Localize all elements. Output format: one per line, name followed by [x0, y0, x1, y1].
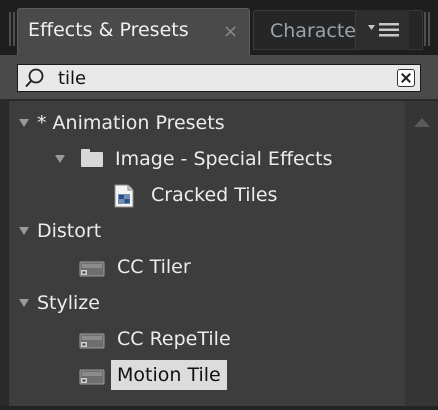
effects-presets-panel: Effects & Presets × Characte tile * Anim…: [0, 0, 438, 410]
category-label: Distort: [37, 220, 102, 242]
preset-label: Cracked Tiles: [151, 184, 278, 206]
tab-effects-presets[interactable]: Effects & Presets ×: [17, 8, 250, 55]
tree-row-motion-tile[interactable]: Motion Tile: [9, 357, 405, 393]
effect-label-selected: Motion Tile: [111, 360, 227, 390]
tree-scrollbar[interactable]: [405, 101, 438, 406]
search-box[interactable]: [17, 64, 421, 92]
magnifier-icon: [25, 68, 44, 88]
search-input[interactable]: [58, 65, 378, 91]
tree-row-image-special-effects[interactable]: Image - Special Effects: [9, 141, 405, 177]
effect-icon: [79, 369, 105, 385]
panel-grip-left[interactable]: [9, 12, 17, 46]
tree-row-cracked-tiles[interactable]: Cracked Tiles: [9, 177, 405, 213]
panel-tab-bar: Effects & Presets × Characte: [0, 0, 438, 55]
panel-menu-button[interactable]: [355, 10, 409, 50]
category-label: * Animation Presets: [37, 112, 225, 134]
effect-icon: [79, 261, 105, 277]
tab-character-label: Characte: [270, 20, 356, 42]
effect-label: CC Tiler: [117, 256, 191, 278]
tree-row-distort[interactable]: Distort: [9, 213, 405, 249]
effect-label: CC RepeTile: [117, 328, 231, 350]
disclosure-triangle-icon[interactable]: [19, 299, 29, 307]
tree-row-animation-presets[interactable]: * Animation Presets: [9, 105, 405, 141]
tab-effects-presets-label: Effects & Presets: [28, 19, 189, 41]
disclosure-triangle-icon[interactable]: [55, 155, 65, 163]
panel-grip-right[interactable]: [424, 12, 432, 46]
effects-tree: * Animation Presets Image - Special Effe…: [9, 101, 405, 406]
scroll-up-arrow-icon[interactable]: [414, 118, 430, 127]
tree-row-cc-tiler[interactable]: CC Tiler: [9, 249, 405, 285]
tree-row-cc-repetile[interactable]: CC RepeTile: [9, 321, 405, 357]
effect-icon: [79, 333, 105, 349]
disclosure-triangle-icon[interactable]: [19, 227, 29, 235]
search-row: [0, 55, 438, 99]
tree-row-stylize[interactable]: Stylize: [9, 285, 405, 321]
disclosure-triangle-icon[interactable]: [19, 119, 29, 127]
category-label: Stylize: [37, 292, 100, 314]
tab-close-icon[interactable]: ×: [223, 21, 238, 42]
folder-icon: [81, 149, 103, 167]
panel-menu-icon: [368, 23, 399, 37]
panel-bottom-edge: [0, 406, 438, 410]
folder-label: Image - Special Effects: [115, 148, 333, 170]
animation-preset-icon: [114, 184, 134, 208]
clear-search-icon[interactable]: [397, 69, 415, 87]
